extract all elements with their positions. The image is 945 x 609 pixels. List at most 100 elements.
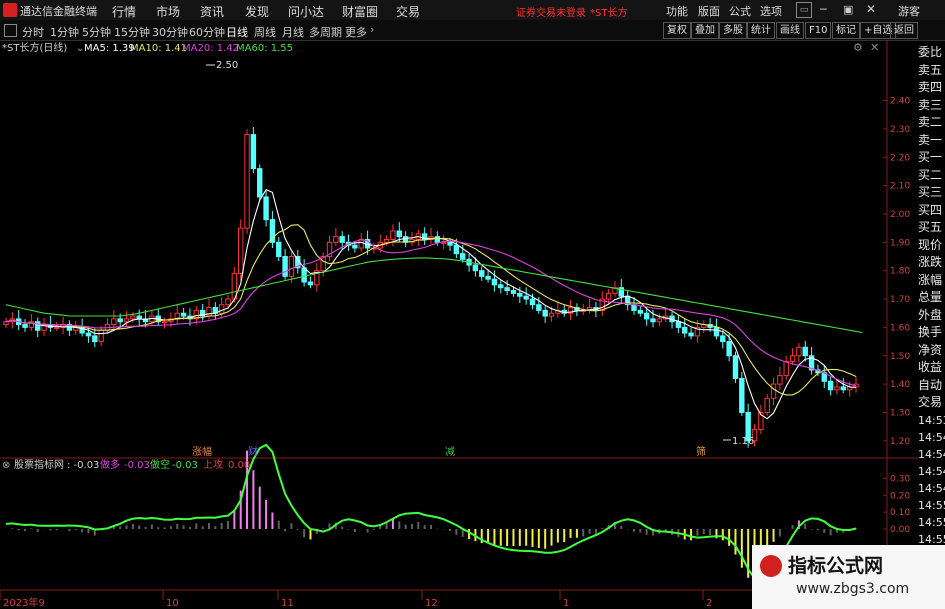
tab-monthly[interactable]: 月线 xyxy=(282,24,304,40)
event-marker-reduce[interactable]: 减 xyxy=(445,446,455,458)
sidebar-item[interactable]: 卖二 xyxy=(918,114,945,132)
candle-body xyxy=(523,295,529,300)
sidebar-item[interactable]: 委比 xyxy=(918,44,945,62)
chart-area[interactable]: 0.30 0.20 0.10 0.00 2.40 2.30 2.20 2.10 2.00 1.9… xyxy=(0,40,918,609)
sidebar-item[interactable]: 外盘 xyxy=(918,307,945,325)
hand-logo-icon xyxy=(760,555,782,577)
guest-label[interactable]: 游客 xyxy=(898,3,920,19)
menu-ask[interactable]: 问小达 xyxy=(288,3,324,20)
chevron-right-icon[interactable]: › xyxy=(370,23,374,36)
event-marker-gain[interactable]: 涨幅 xyxy=(192,445,212,458)
candle-body xyxy=(307,281,314,286)
candle-body xyxy=(453,244,460,255)
candle-body xyxy=(536,304,542,311)
candle-body xyxy=(739,377,745,413)
close-icon[interactable]: ✕ xyxy=(866,2,876,16)
menu-wealth[interactable]: 财富圈 xyxy=(342,3,378,20)
candle-body xyxy=(491,278,498,286)
tab-5min[interactable]: 5分钟 xyxy=(82,24,111,40)
minimize-icon[interactable]: ─ xyxy=(820,3,827,16)
alert-stock: *ST长方 xyxy=(590,8,628,19)
sidebar-item[interactable]: 卖三 xyxy=(918,97,945,115)
candle-body xyxy=(339,236,345,243)
indicator-tick-label: 0.00 xyxy=(890,525,910,535)
ma5-line xyxy=(5,188,857,420)
overlay-button[interactable]: 叠加 xyxy=(691,22,719,39)
sidebar-item[interactable]: 卖五 xyxy=(918,62,945,80)
sidebar-item[interactable]: 收益 xyxy=(918,359,945,377)
small-window-icon[interactable]: ▭ xyxy=(796,2,812,18)
menu-function[interactable]: 功能 xyxy=(666,3,688,19)
tab-more[interactable]: 更多 xyxy=(345,24,367,40)
menu-options[interactable]: 选项 xyxy=(760,3,782,19)
sidebar-item[interactable]: 买五 xyxy=(918,219,945,237)
menu-market[interactable]: 市场 xyxy=(156,3,180,20)
candle-body xyxy=(485,275,491,280)
candle-body xyxy=(656,318,663,323)
tab-daily[interactable]: 日线 xyxy=(226,24,248,40)
layout-toggle-icon[interactable] xyxy=(4,24,17,37)
candle-body xyxy=(720,335,726,343)
sidebar-item[interactable]: 买二 xyxy=(918,167,945,185)
candle-body xyxy=(643,312,650,320)
tab-weekly[interactable]: 周线 xyxy=(254,24,276,40)
adjust-button[interactable]: 复权 xyxy=(663,22,691,39)
menu-trade[interactable]: 交易 xyxy=(396,3,420,20)
indicator-close-icon[interactable]: ⊗ xyxy=(2,460,10,471)
mark-button[interactable]: 标记 xyxy=(832,22,860,39)
event-marker-finance[interactable]: 财 xyxy=(248,445,258,458)
menu-news[interactable]: 资讯 xyxy=(200,3,224,20)
tick-time: 14:55 xyxy=(918,499,945,512)
multi-stock-button[interactable]: 多股 xyxy=(719,22,747,39)
sidebar-item[interactable]: 买三 xyxy=(918,184,945,202)
stats-button[interactable]: 统计 xyxy=(747,22,775,39)
back-button[interactable]: 返回 xyxy=(890,22,918,39)
indicator-tick-label: 0.30 xyxy=(890,474,910,484)
sidebar-item[interactable]: 自动 xyxy=(918,377,945,395)
bull-value: -0.03 xyxy=(124,460,150,471)
candle-body xyxy=(244,134,250,229)
candle-body xyxy=(517,292,523,297)
menu-discover[interactable]: 发现 xyxy=(245,3,269,20)
sidebar-item[interactable]: 卖四 xyxy=(918,79,945,97)
event-marker-filter[interactable]: 筛 xyxy=(696,445,706,458)
f10-button[interactable]: F10 xyxy=(805,22,832,39)
menu-quotes[interactable]: 行情 xyxy=(112,3,136,20)
candle-body xyxy=(92,335,98,343)
ma60-line xyxy=(5,257,863,334)
sidebar-item[interactable]: 总量 xyxy=(918,289,945,307)
indicator-tick-label: 0.20 xyxy=(890,491,910,501)
sidebar-item[interactable]: 交易 xyxy=(918,394,945,412)
time-tick-label: 12 xyxy=(425,598,438,609)
login-alert[interactable]: 证券交易未登录 xyxy=(516,4,586,19)
tab-multi-period[interactable]: 多周期 xyxy=(309,24,342,40)
candle-body xyxy=(726,341,732,357)
ma5-label: MA5: 1.39 xyxy=(84,43,135,54)
tab-intraday[interactable]: 分时 xyxy=(22,24,44,40)
candle-body xyxy=(123,318,130,323)
tab-60min[interactable]: 60分钟 xyxy=(189,24,225,40)
indicator-tick-label: 0.10 xyxy=(890,508,910,518)
price-tick-label: 2.10 xyxy=(890,182,910,192)
sidebar-item[interactable]: 涨幅 xyxy=(918,272,945,290)
panel-close-icon[interactable]: ✕ xyxy=(870,41,879,54)
tab-30min[interactable]: 30分钟 xyxy=(152,24,188,40)
sidebar-item[interactable]: 卖一 xyxy=(918,132,945,150)
draw-line-button[interactable]: 画线 xyxy=(776,22,804,39)
sidebar-item[interactable]: 净资 xyxy=(918,342,945,360)
candle-body xyxy=(542,309,548,317)
tab-15min[interactable]: 15分钟 xyxy=(114,24,150,40)
sidebar-item[interactable]: 买四 xyxy=(918,202,945,220)
menu-formula[interactable]: 公式 xyxy=(729,3,751,19)
candle-body xyxy=(783,360,789,377)
sidebar-item[interactable]: 换手 xyxy=(918,324,945,342)
sidebar-item[interactable]: 涨跌 xyxy=(918,254,945,272)
settings-gear-icon[interactable]: ⚙ xyxy=(853,41,863,54)
menu-layout[interactable]: 版面 xyxy=(698,3,720,19)
price-tick-label: 1.60 xyxy=(890,323,910,333)
sidebar-item[interactable]: 买一 xyxy=(918,149,945,167)
restore-icon[interactable]: ▣ xyxy=(843,3,853,16)
tab-1min[interactable]: 1分钟 xyxy=(50,24,79,40)
candle-body xyxy=(675,321,682,328)
sidebar-item[interactable]: 现价 xyxy=(918,237,945,255)
